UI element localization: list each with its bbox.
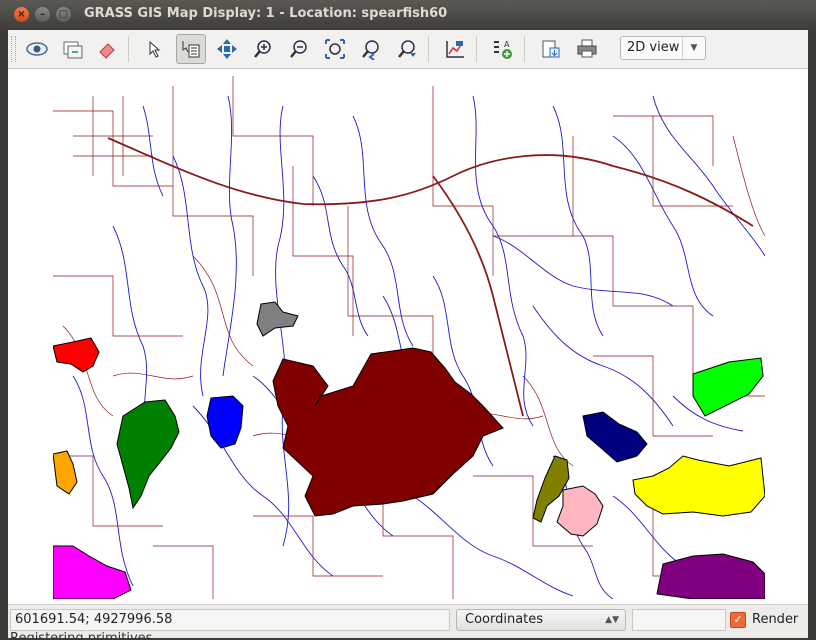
toolbar-grip[interactable] bbox=[11, 36, 16, 62]
render-map-icon[interactable] bbox=[58, 34, 88, 64]
close-icon[interactable]: × bbox=[14, 7, 29, 22]
query-icon[interactable] bbox=[176, 34, 206, 64]
chevron-updown-icon: ▲▼ bbox=[605, 615, 619, 625]
maximize-icon[interactable]: □ bbox=[56, 7, 71, 22]
zoom-back-icon[interactable] bbox=[356, 34, 386, 64]
svg-text:A: A bbox=[504, 40, 510, 49]
title-bar: × – □ GRASS GIS Map Display: 1 - Locatio… bbox=[0, 0, 816, 30]
render-checkbox[interactable]: ✓ Render bbox=[730, 609, 798, 631]
map-display-window: A 2D view ▼ 601691.54; 4927996.58 Coordi… bbox=[8, 30, 808, 640]
erase-display-icon[interactable] bbox=[92, 34, 122, 64]
zoom-options-icon[interactable] bbox=[392, 34, 422, 64]
window-title: GRASS GIS Map Display: 1 - Location: spe… bbox=[84, 6, 448, 21]
status-message: Registering primitives bbox=[10, 632, 153, 640]
view-mode-select[interactable]: 2D view ▼ bbox=[620, 36, 706, 60]
view-mode-value: 2D view bbox=[627, 40, 680, 55]
zoom-extent-icon[interactable] bbox=[320, 34, 350, 64]
chevron-down-icon: ▼ bbox=[682, 37, 705, 59]
zoom-in-icon[interactable] bbox=[248, 34, 278, 64]
statusbar-field[interactable] bbox=[632, 609, 726, 631]
checkmark-icon: ✓ bbox=[730, 612, 746, 628]
render-label: Render bbox=[752, 612, 799, 627]
display-mode-value: Coordinates bbox=[465, 612, 544, 627]
status-bar: 601691.54; 4927996.58 Coordinates ▲▼ ✓ R… bbox=[8, 604, 808, 640]
map-canvas[interactable] bbox=[8, 69, 808, 604]
analyze-icon[interactable] bbox=[440, 34, 470, 64]
map-toolbar: A 2D view ▼ bbox=[8, 30, 808, 69]
decoration-icon[interactable]: A bbox=[488, 34, 518, 64]
minimize-icon[interactable]: – bbox=[35, 7, 50, 22]
pan-icon[interactable] bbox=[212, 34, 242, 64]
display-mode-select[interactable]: Coordinates ▲▼ bbox=[456, 609, 626, 631]
map-layers[interactable] bbox=[53, 76, 765, 599]
pointer-icon[interactable] bbox=[140, 34, 170, 64]
coordinates-display: 601691.54; 4927996.58 bbox=[10, 609, 450, 631]
save-icon[interactable] bbox=[536, 34, 566, 64]
display-map-icon[interactable] bbox=[22, 34, 52, 64]
print-icon[interactable] bbox=[572, 34, 602, 64]
zoom-out-icon[interactable] bbox=[284, 34, 314, 64]
